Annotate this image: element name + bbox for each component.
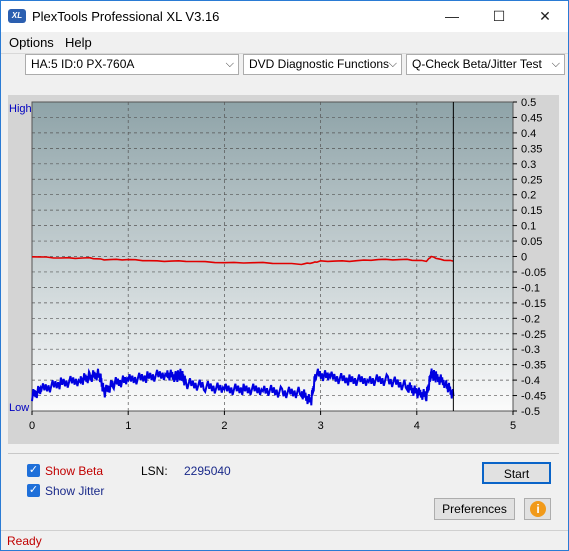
window-title: PlexTools Professional XL V3.16	[32, 9, 220, 24]
beta-jitter-chart: 0.5 0.45 0.4 0.35 0.3 0.25 0.2 0.15 0.1 0.05 0 -0.0…	[9, 97, 546, 432]
y-tick-label: 0.3	[521, 159, 536, 171]
y-tick-label: 0	[521, 252, 527, 264]
y-tick-label: -0.5	[521, 406, 540, 418]
drive-select-value: HA:5 ID:0 PX-760A	[31, 57, 135, 71]
app-logo-icon: XL	[8, 9, 26, 23]
y-tick-label: 0.4	[521, 128, 536, 140]
chart-frame: 0.5 0.45 0.4 0.35 0.3 0.25 0.2 0.15 0.1 0.05 0 -0.0…	[8, 95, 559, 444]
x-tick-label: 3	[318, 420, 324, 432]
x-axis-ticks: 0 1 2 3 4 5	[29, 411, 516, 432]
y-tick-label: 0.35	[521, 143, 542, 155]
chevron-down-icon: ⌵	[388, 58, 397, 70]
y-tick-label: 0.5	[521, 97, 536, 109]
maximize-button[interactable]: ☐	[488, 6, 510, 26]
menu-bar: Options Help	[1, 32, 568, 52]
y-tick-label: 0.1	[521, 221, 536, 233]
show-jitter-label[interactable]: Show Jitter	[45, 484, 104, 498]
x-tick-label: 4	[414, 420, 420, 432]
preferences-button[interactable]: Preferences	[434, 498, 515, 520]
y-tick-label: 0.15	[521, 205, 542, 217]
show-beta-checkbox[interactable]: ✓	[27, 464, 40, 477]
x-tick-label: 5	[510, 420, 516, 432]
y-label-high: High	[9, 103, 32, 115]
grid-lines	[32, 102, 513, 411]
menu-help[interactable]: Help	[65, 35, 92, 50]
close-button[interactable]: ✕	[534, 6, 556, 26]
function-select[interactable]: DVD Diagnostic Functions ⌵	[243, 54, 402, 75]
x-tick-label: 2	[221, 420, 227, 432]
y-tick-label: -0.05	[521, 267, 546, 279]
x-tick-label: 0	[29, 420, 35, 432]
y-tick-label: -0.4	[521, 375, 540, 387]
info-icon: i	[530, 501, 546, 517]
y-label-low: Low	[9, 402, 29, 414]
lsn-value: 2295040	[184, 464, 231, 478]
x-tick-label: 1	[125, 420, 131, 432]
status-bar: Ready	[1, 530, 568, 551]
lsn-label: LSN:	[141, 464, 168, 478]
y-tick-label: -0.15	[521, 298, 546, 310]
y-tick-label: 0.2	[521, 190, 536, 202]
title-bar: XL PlexTools Professional XL V3.16 — ☐ ✕	[1, 1, 568, 32]
y-tick-label: 0.25	[521, 174, 542, 186]
info-button[interactable]: i	[524, 498, 551, 520]
y-tick-label: -0.1	[521, 282, 540, 294]
y-tick-label: 0.05	[521, 236, 542, 248]
y-tick-label: -0.2	[521, 313, 540, 325]
y-axis-ticks: 0.5 0.45 0.4 0.35 0.3 0.25 0.2 0.15 0.1 0.05 0 -0.0…	[513, 97, 546, 418]
minimize-button[interactable]: —	[441, 6, 463, 26]
y-tick-label: -0.3	[521, 344, 540, 356]
y-tick-label: 0.45	[521, 112, 542, 124]
test-select[interactable]: Q-Check Beta/Jitter Test ⌵	[406, 54, 565, 75]
function-select-value: DVD Diagnostic Functions	[249, 57, 390, 71]
status-text: Ready	[7, 534, 42, 548]
y-tick-label: -0.25	[521, 329, 546, 341]
menu-options[interactable]: Options	[9, 35, 54, 50]
y-tick-label: -0.35	[521, 360, 546, 372]
start-button[interactable]: Start	[482, 462, 551, 484]
y-tick-label: -0.45	[521, 391, 546, 403]
show-jitter-checkbox[interactable]: ✓	[27, 484, 40, 497]
chevron-down-icon: ⌵	[551, 58, 560, 70]
panel-divider	[8, 453, 559, 454]
test-select-value: Q-Check Beta/Jitter Test	[412, 57, 542, 71]
show-beta-label[interactable]: Show Beta	[45, 464, 103, 478]
chevron-down-icon: ⌵	[225, 58, 234, 70]
drive-select[interactable]: HA:5 ID:0 PX-760A ⌵	[25, 54, 239, 75]
app-window: XL PlexTools Professional XL V3.16 — ☐ ✕…	[0, 0, 569, 551]
